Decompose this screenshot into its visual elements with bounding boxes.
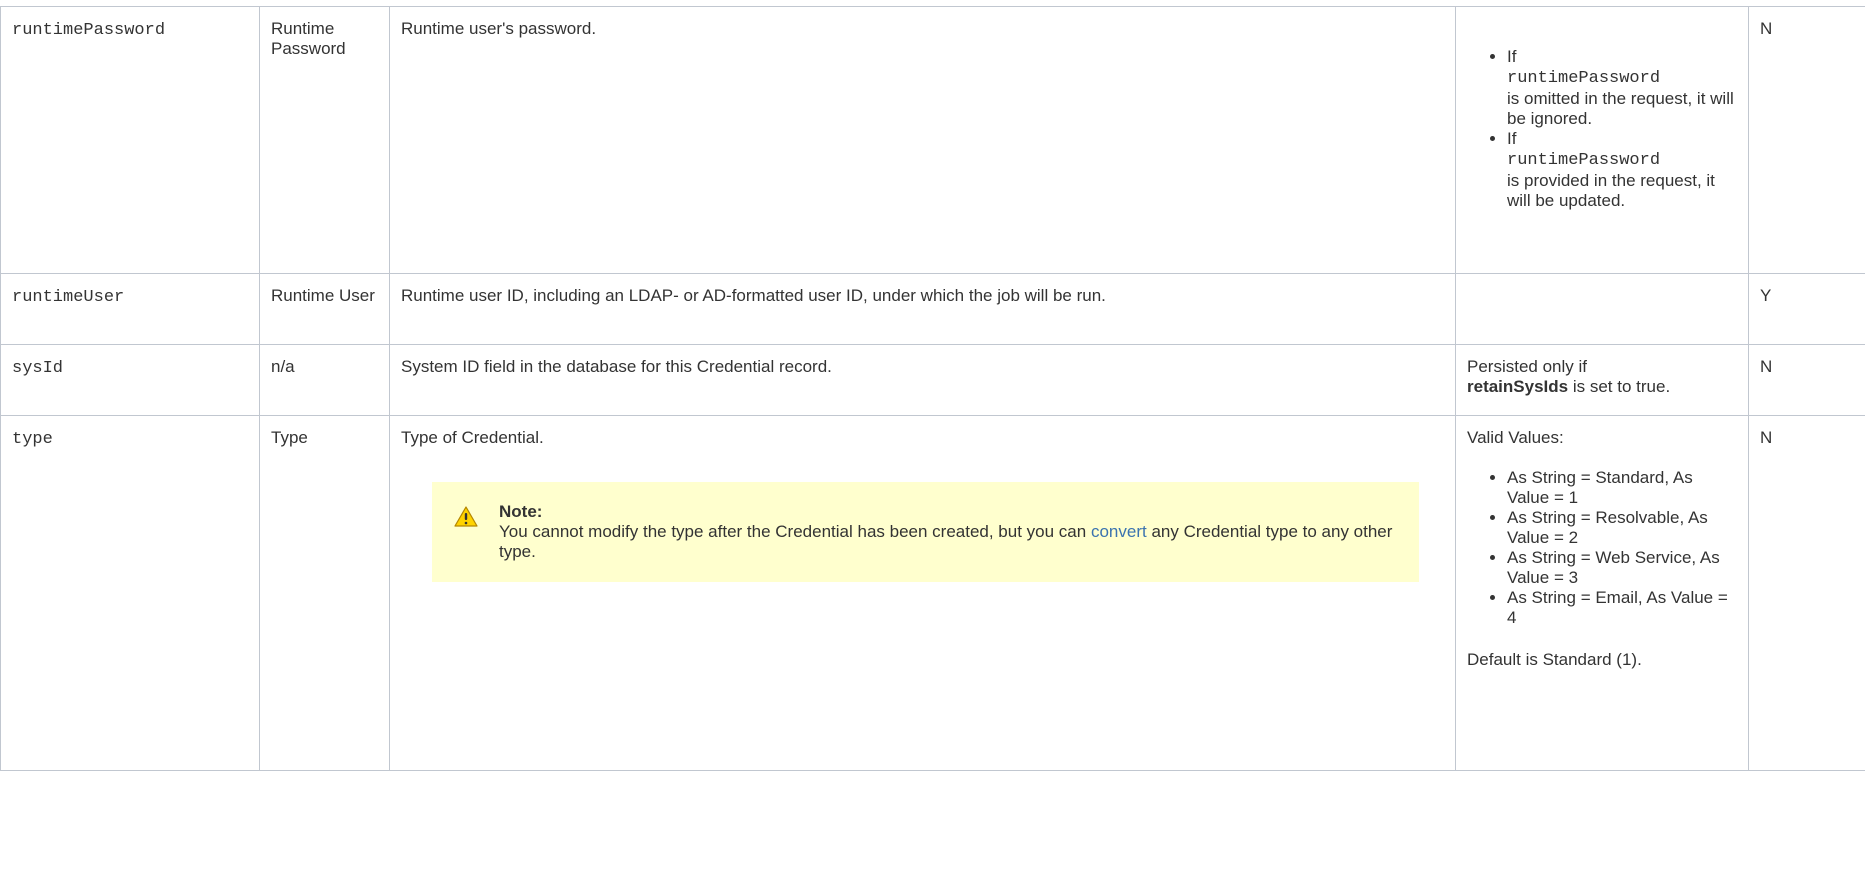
description-cell: System ID field in the database for this… — [389, 344, 1456, 416]
required-value: N — [1760, 357, 1773, 376]
spec-intro: Valid Values: — [1467, 428, 1564, 447]
spec-text: If — [1507, 47, 1517, 66]
ui-field-cell: Type — [259, 415, 390, 771]
list-item: As String = Resolvable, As Value = 2 — [1507, 508, 1737, 548]
property-name: type — [12, 430, 53, 449]
description-text: Runtime user's password. — [401, 19, 597, 38]
specifications-cell: If runtimePassword is omitted in the req… — [1455, 6, 1749, 274]
convert-link[interactable]: convert — [1091, 522, 1147, 541]
ui-field-cell: Runtime Password — [259, 6, 390, 274]
required-value: N — [1760, 19, 1773, 38]
spec-code: runtimePassword — [1507, 69, 1661, 88]
table-row: sysId n/a System ID field in the databas… — [0, 344, 1865, 416]
description-text: Type of Credential. — [401, 428, 544, 447]
ui-field-name: Runtime Password — [271, 19, 346, 58]
description-cell: Runtime user's password. — [389, 6, 1456, 274]
valid-values-list: As String = Standard, As Value = 1 As St… — [1467, 468, 1737, 628]
list-item: If runtimePassword is omitted in the req… — [1507, 47, 1737, 129]
list-item: As String = Web Service, As Value = 3 — [1507, 548, 1737, 588]
specifications-list: If runtimePassword is omitted in the req… — [1467, 47, 1737, 211]
property-name-cell: runtimePassword — [0, 6, 260, 274]
specifications-cell: Persisted only if retainSysIds is set to… — [1455, 344, 1749, 416]
table-row: type Type Type of Credential. Note: You … — [0, 415, 1865, 771]
description-text: System ID field in the database for this… — [401, 357, 832, 376]
ui-field-name: n/a — [271, 357, 295, 376]
property-name: runtimeUser — [12, 288, 125, 307]
required-value: N — [1760, 428, 1773, 447]
note-text: You cannot modify the type after the Cre… — [499, 522, 1087, 541]
default-value-text: Default is Standard (1). — [1467, 650, 1642, 669]
list-item: As String = Standard, As Value = 1 — [1507, 468, 1737, 508]
description-cell: Runtime user ID, including an LDAP- or A… — [389, 273, 1456, 345]
property-name: sysId — [12, 359, 64, 378]
list-item: As String = Email, As Value = 4 — [1507, 588, 1737, 628]
table-row: runtimePassword Runtime Password Runtime… — [0, 6, 1865, 274]
description-cell: Type of Credential. Note: You cannot mod… — [389, 415, 1456, 771]
spec-code: runtimePassword — [1507, 151, 1661, 170]
ui-field-cell: Runtime User — [259, 273, 390, 345]
note-body: Note: You cannot modify the type after t… — [499, 502, 1407, 562]
required-value: Y — [1760, 286, 1772, 305]
specifications-cell — [1455, 273, 1749, 345]
property-name-cell: sysId — [0, 344, 260, 416]
spec-text: If — [1507, 129, 1517, 148]
ui-field-name: Type — [271, 428, 308, 447]
ui-field-name: Runtime User — [271, 286, 375, 305]
spec-text: is set to true. — [1572, 377, 1671, 396]
property-name: runtimePassword — [12, 21, 166, 40]
warning-icon — [454, 505, 478, 529]
property-name-cell: type — [0, 415, 260, 771]
spec-text: is omitted in the request, it will be ig… — [1507, 89, 1734, 128]
property-name-cell: runtimeUser — [0, 273, 260, 345]
required-cell: N — [1748, 344, 1865, 416]
required-cell: Y — [1748, 273, 1865, 345]
note-title: Note: — [499, 502, 543, 521]
description-text: Runtime user ID, including an LDAP- or A… — [401, 286, 1106, 305]
required-cell: N — [1748, 6, 1865, 274]
properties-table: runtimePassword Runtime Password Runtime… — [0, 6, 1865, 771]
ui-field-cell: n/a — [259, 344, 390, 416]
list-item: If runtimePassword is provided in the re… — [1507, 129, 1737, 211]
spec-text: Persisted only if — [1467, 357, 1587, 376]
spec-bold: retainSysIds — [1467, 377, 1569, 396]
specifications-cell: Valid Values: As String = Standard, As V… — [1455, 415, 1749, 771]
note-panel: Note: You cannot modify the type after t… — [432, 482, 1419, 582]
spec-text: is provided in the request, it will be u… — [1507, 171, 1715, 210]
required-cell: N — [1748, 415, 1865, 771]
table-row: runtimeUser Runtime User Runtime user ID… — [0, 273, 1865, 345]
